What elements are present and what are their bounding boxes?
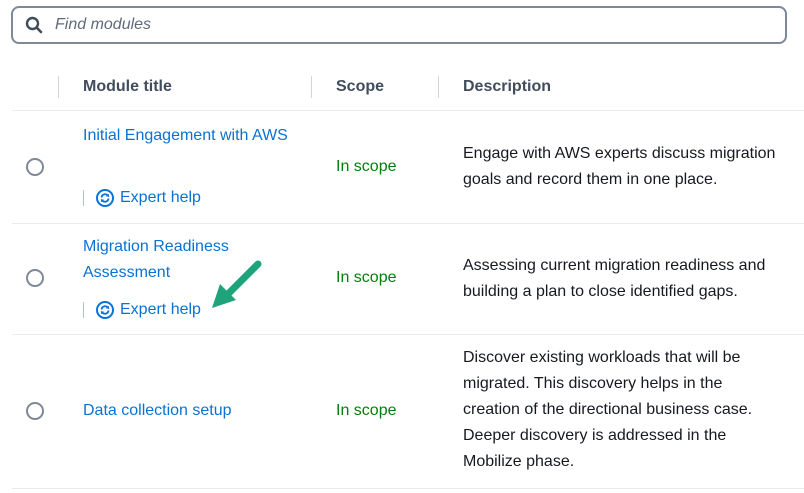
column-header-scope[interactable]: Scope <box>336 78 384 96</box>
expert-help-icon <box>96 301 114 319</box>
column-header-description[interactable]: Description <box>463 78 551 96</box>
search-input[interactable] <box>55 16 735 34</box>
column-separator[interactable] <box>311 76 312 98</box>
search-icon <box>25 16 43 34</box>
row-select-radio[interactable] <box>26 158 44 176</box>
expert-help-label: Expert help <box>120 189 201 206</box>
search-box[interactable] <box>11 6 787 44</box>
divider <box>83 190 84 206</box>
divider <box>12 488 804 489</box>
column-separator[interactable] <box>58 76 59 98</box>
table-row: Data collection setup In scope Discover … <box>0 335 804 488</box>
module-title-link[interactable]: Migration Readiness Assessment <box>83 234 263 286</box>
expert-help-icon <box>96 189 114 207</box>
column-header-module-title[interactable]: Module title <box>83 78 172 96</box>
table-row: Migration Readiness Assessment Expert he… <box>0 224 804 334</box>
module-description: Discover existing workloads that will be… <box>463 349 753 470</box>
row-select-radio[interactable] <box>26 269 44 287</box>
module-description: Engage with AWS experts discuss migratio… <box>463 145 776 188</box>
module-description: Assessing current migration readiness an… <box>463 257 766 300</box>
table-header: Module title Scope Description <box>0 66 804 110</box>
table-row: Initial Engagement with AWS Expert help … <box>0 111 804 223</box>
module-title-link[interactable]: Initial Engagement with AWS <box>83 123 293 149</box>
column-separator[interactable] <box>438 76 439 98</box>
expert-help-link[interactable]: Expert help <box>83 299 201 321</box>
scope-status: In scope <box>336 158 397 175</box>
divider <box>83 302 84 318</box>
expert-help-label: Expert help <box>120 301 201 318</box>
row-select-radio[interactable] <box>26 402 44 420</box>
scope-status: In scope <box>336 402 397 419</box>
module-title-link[interactable]: Data collection setup <box>83 398 303 424</box>
scope-status: In scope <box>336 269 397 286</box>
expert-help-link[interactable]: Expert help <box>83 187 201 209</box>
